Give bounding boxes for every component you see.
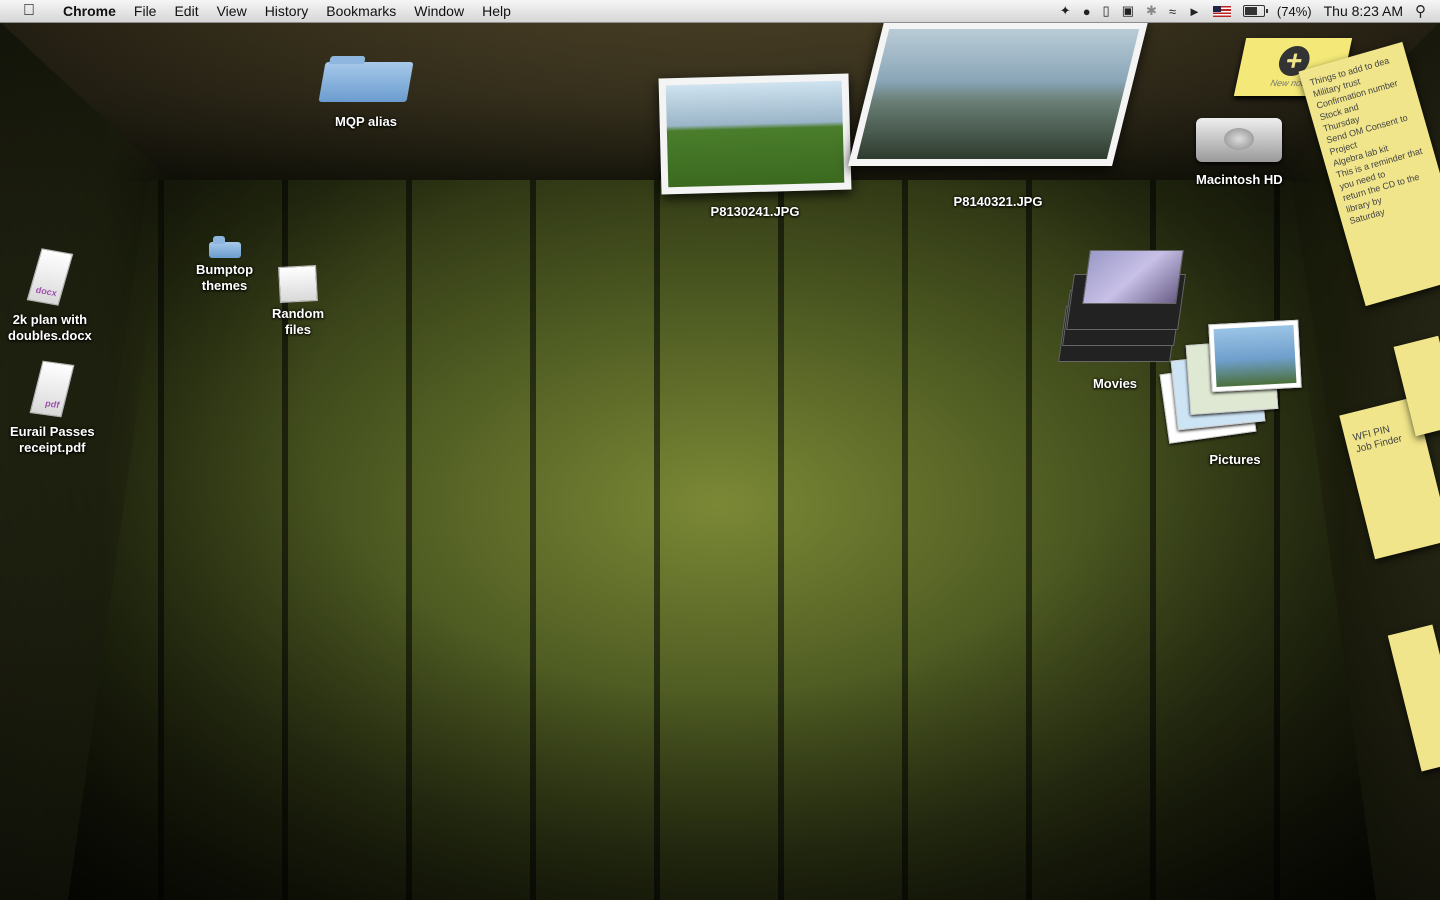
alien-icon[interactable]: ● [1083, 4, 1091, 19]
volume-icon[interactable]: ► [1188, 4, 1201, 19]
apple-menu-icon[interactable]:  [18, 2, 40, 20]
menu-history[interactable]: History [256, 0, 318, 22]
photo-p8130241[interactable]: P8130241.JPG [658, 73, 852, 220]
macintosh-hd-label: Macintosh HD [1196, 172, 1283, 187]
docx-file-icon: docx [26, 248, 74, 306]
menu-view[interactable]: View [208, 0, 256, 22]
photo-p8140321[interactable]: P8140321.JPG [848, 22, 1148, 210]
photo-thumbnail [848, 22, 1148, 166]
folder-icon [318, 62, 414, 102]
movies-label: Movies [1092, 376, 1138, 391]
doc-2k-plan[interactable]: docx 2k plan with doubles.docx [8, 248, 92, 344]
photo-p8140321-label: P8140321.JPG [953, 194, 1043, 209]
battery-percent: (74%) [1276, 3, 1312, 19]
menu-file[interactable]: File [125, 0, 166, 22]
mqp-alias-folder[interactable]: MQP alias [318, 62, 414, 130]
share-icon[interactable]: ▣ [1122, 3, 1134, 19]
random-files-pile[interactable]: Random files [272, 265, 324, 338]
note-icon[interactable]: ▯ [1103, 3, 1110, 19]
document-pile-icon [278, 265, 318, 303]
docx-type-label: docx [34, 284, 59, 299]
menu-window[interactable]: Window [405, 0, 473, 22]
doc-eurail-label: Eurail Passes receipt.pdf [10, 424, 95, 455]
picture-top [1208, 319, 1302, 393]
butterfly-icon[interactable]: ✦ [1060, 3, 1071, 19]
flag-icon[interactable] [1212, 5, 1231, 17]
pictures-pile[interactable]: Pictures [1159, 319, 1310, 468]
photo-thumbnail [658, 73, 852, 195]
bumptop-themes-folder[interactable]: Bumptop themes [196, 236, 254, 294]
bluetooth-icon[interactable]: ✱ [1146, 3, 1157, 19]
battery-icon[interactable] [1242, 5, 1268, 17]
doc-2k-plan-label: 2k plan with doubles.docx [8, 312, 92, 343]
photo-image [856, 29, 1140, 159]
pdf-type-label: pdf [44, 398, 61, 410]
wifi-icon[interactable]: ≈ [1169, 4, 1176, 19]
pdf-file-icon: pdf [29, 360, 75, 418]
status-tray: ✦ ● ▯ ▣ ✱ ≈ ► (74%) Thu 8:23 AM ⚲ [1060, 2, 1440, 20]
menu-bookmarks[interactable]: Bookmarks [317, 0, 405, 22]
picture-image [1213, 324, 1297, 388]
app-menu-chrome[interactable]: Chrome [54, 0, 125, 22]
macintosh-hd[interactable]: Macintosh HD [1196, 118, 1283, 188]
pictures-label: Pictures [1209, 452, 1261, 467]
photo-p8130241-label: P8130241.JPG [710, 204, 800, 219]
photo-image [665, 80, 845, 188]
folder-icon [208, 236, 241, 258]
spotlight-icon[interactable]: ⚲ [1415, 2, 1426, 20]
mqp-alias-label: MQP alias [335, 114, 397, 129]
random-files-label: Random files [272, 306, 324, 337]
desktop: MQP alias P8130241.JPG P8140321.JPG + Ne… [0, 22, 1440, 900]
sticky-note-pin-text: WFI PIN Job Finder [1351, 423, 1404, 456]
bumptop-themes-label: Bumptop themes [196, 262, 254, 293]
pictures-stack-icon [1159, 319, 1310, 448]
menu-help[interactable]: Help [473, 0, 520, 22]
menu-edit[interactable]: Edit [165, 0, 207, 22]
doc-eurail-receipt[interactable]: pdf Eurail Passes receipt.pdf [10, 360, 95, 456]
clock[interactable]: Thu 8:23 AM [1324, 3, 1403, 19]
movie-thumbnail [1082, 250, 1184, 304]
hard-drive-icon [1196, 118, 1283, 162]
menu-bar:  Chrome File Edit View History Bookmark… [0, 0, 1440, 23]
